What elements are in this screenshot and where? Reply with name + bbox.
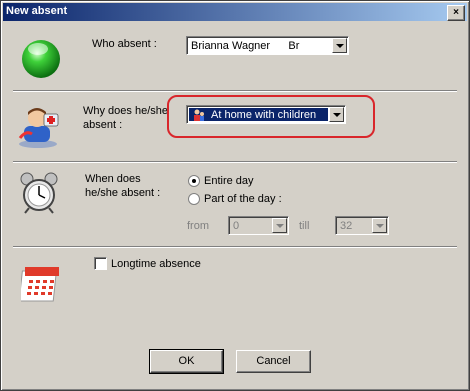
longtime-absence-label[interactable]: Longtime absence xyxy=(111,258,201,270)
part-of-day-radio[interactable] xyxy=(188,193,200,205)
why-label-line2: absent : xyxy=(83,119,123,131)
entire-day-radio[interactable] xyxy=(188,175,200,187)
who-label: Who absent : xyxy=(92,38,157,50)
window-title: New absent xyxy=(6,5,68,17)
from-label: from xyxy=(187,220,209,232)
chevron-down-icon[interactable] xyxy=(272,218,287,233)
who-select[interactable]: Brianna Wagner Br xyxy=(186,36,349,55)
when-label-line1: When does xyxy=(85,173,141,185)
why-label-line1: Why does he/she xyxy=(83,105,168,117)
when-label-line2: he/she absent : xyxy=(85,187,161,199)
who-value: Brianna Wagner Br xyxy=(191,40,300,52)
new-absent-dialog: New absent × Who absent : Brianna Wagner… xyxy=(0,0,470,391)
divider xyxy=(13,246,457,248)
entire-day-label[interactable]: Entire day xyxy=(204,175,254,187)
longtime-absence-checkbox[interactable] xyxy=(94,257,107,270)
till-select[interactable]: 32 xyxy=(335,216,389,235)
from-value: 0 xyxy=(233,220,240,232)
part-of-day-label[interactable]: Part of the day : xyxy=(204,193,282,205)
cancel-button[interactable]: Cancel xyxy=(236,350,311,373)
title-bar[interactable]: New absent × xyxy=(3,3,467,21)
till-label: till xyxy=(299,220,310,232)
highlight-circle xyxy=(167,95,375,138)
chevron-down-icon[interactable] xyxy=(372,218,387,233)
alarm-clock-icon xyxy=(20,172,58,214)
doctor-patient-icon xyxy=(18,108,59,148)
ok-button[interactable]: OK xyxy=(149,349,224,374)
divider xyxy=(13,90,457,92)
divider xyxy=(13,161,457,163)
close-button[interactable]: × xyxy=(447,5,465,21)
chevron-down-icon[interactable] xyxy=(332,38,347,53)
till-value: 32 xyxy=(340,220,353,232)
green-orb-icon xyxy=(22,40,60,78)
from-select[interactable]: 0 xyxy=(228,216,289,235)
calendar-icon xyxy=(21,267,59,302)
